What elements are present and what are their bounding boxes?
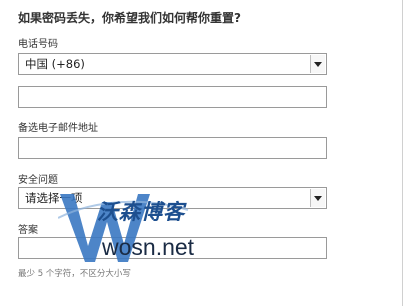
form-heading: 如果密码丢失，你希望我们如何帮你重置? bbox=[18, 11, 241, 25]
phone-number-input[interactable] bbox=[18, 86, 327, 108]
watermark-brand: 沃森博客 bbox=[97, 200, 185, 224]
security-question-label: 安全问题 bbox=[18, 175, 58, 186]
panel-divider bbox=[402, 0, 403, 306]
chevron-down-icon[interactable] bbox=[310, 189, 325, 207]
backup-email-label: 备选电子邮件地址 bbox=[18, 123, 98, 134]
phone-label: 电话号码 bbox=[18, 39, 58, 50]
country-code-value: 中国 (+86) bbox=[25, 57, 85, 71]
password-reset-form: 如果密码丢失，你希望我们如何帮你重置? 电话号码 中国 (+86) 备选电子邮件… bbox=[0, 0, 416, 306]
backup-email-input[interactable] bbox=[18, 137, 327, 159]
answer-label: 答案 bbox=[18, 225, 38, 236]
watermark-url: wosn.net bbox=[102, 234, 195, 260]
answer-hint: 最少 5 个字符，不区分大小写 bbox=[18, 269, 131, 279]
chevron-down-icon[interactable] bbox=[310, 55, 325, 73]
country-code-select[interactable]: 中国 (+86) bbox=[18, 53, 327, 75]
